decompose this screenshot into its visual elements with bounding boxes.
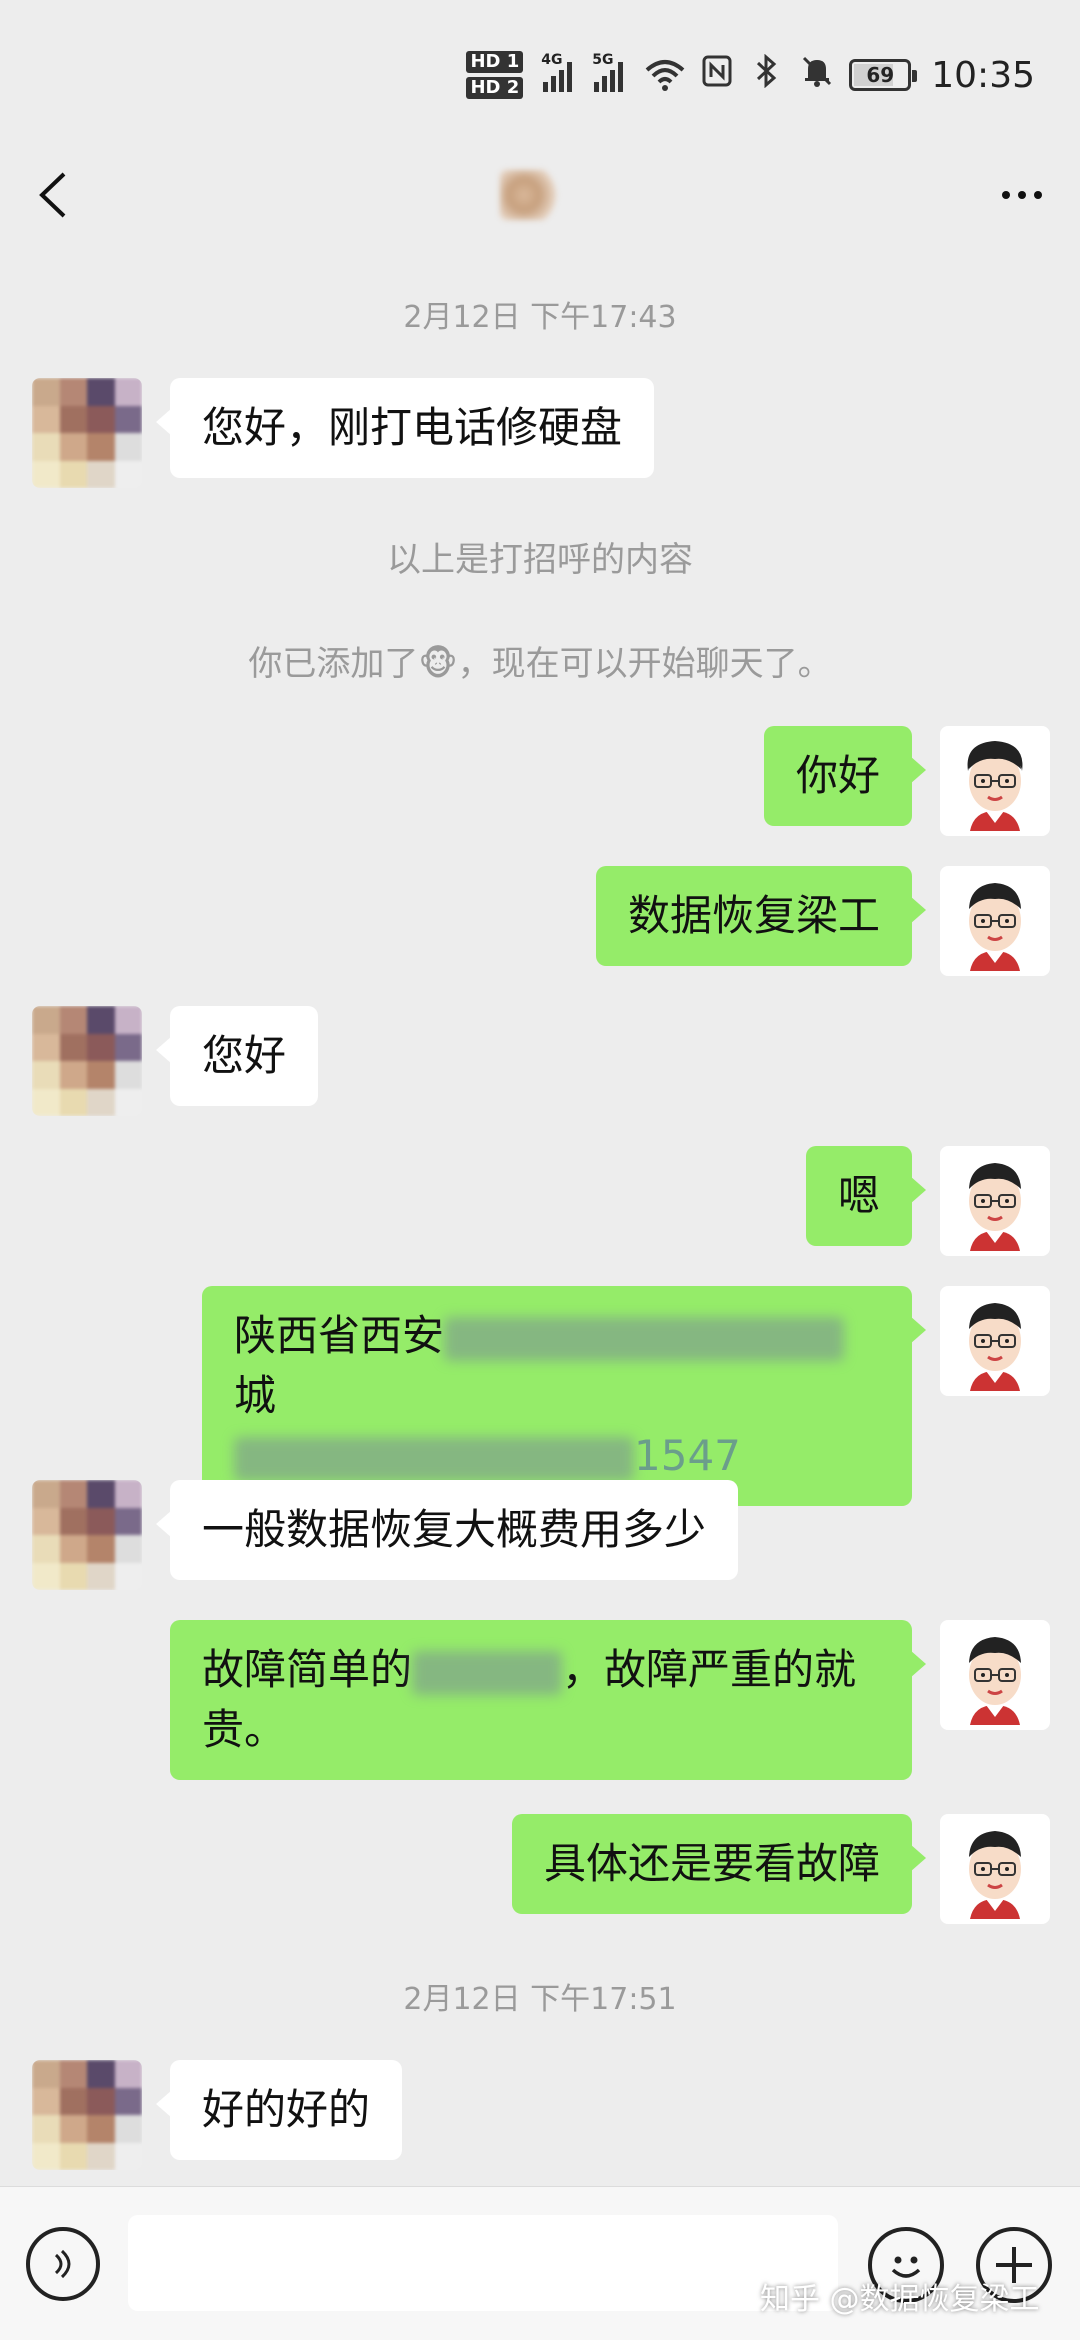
message-bubble-address[interactable]: 陕西省西安城 1547: [202, 1286, 926, 1506]
message-bubble-price[interactable]: 故障简单的 ，故障严重的就 贵。: [170, 1620, 926, 1780]
bell-muted-icon: [799, 54, 835, 97]
clock: 10:35: [931, 54, 1035, 96]
message-bubble[interactable]: 您好，刚打电话修硬盘: [155, 378, 655, 478]
signal-5g-icon: 5G: [592, 52, 624, 92]
chevron-left-icon[interactable]: [28, 165, 78, 225]
bluetooth-icon: [749, 53, 785, 97]
network-4g-label: 4G: [541, 52, 563, 68]
price-text-part2: ，故障严重的就: [562, 1645, 857, 1694]
message-bubble[interactable]: 好的好的: [155, 2060, 403, 2160]
redaction-blur: [412, 1650, 563, 1695]
contact-avatar[interactable]: [32, 378, 142, 488]
address-line2-tail: 1547: [634, 1431, 741, 1480]
contact-avatar[interactable]: [32, 1006, 142, 1116]
redaction-blur: [234, 1436, 634, 1481]
wifi-icon: [645, 58, 685, 92]
message-bubble[interactable]: 你好: [763, 726, 927, 826]
system-message: 以上是打招呼的内容: [387, 540, 693, 580]
timestamp: 2月12日 下午17:43: [403, 300, 677, 335]
message-bubble[interactable]: 具体还是要看故障: [511, 1814, 927, 1914]
hd-indicator: HD 1 HD 2: [466, 51, 524, 99]
self-avatar[interactable]: [940, 726, 1050, 836]
self-avatar[interactable]: [940, 1814, 1050, 1924]
hd1-label: HD 1: [466, 51, 524, 73]
message-bubble[interactable]: 一般数据恢复大概费用多少: [155, 1480, 739, 1580]
price-text-part1: 故障简单的: [202, 1645, 413, 1694]
redaction-blur: [444, 1316, 845, 1361]
address-line1-tail: 城: [234, 1371, 277, 1420]
price-text-line2: 贵。: [202, 1705, 287, 1754]
contact-avatar[interactable]: [32, 2060, 142, 2170]
message-bubble[interactable]: 数据恢复梁工: [595, 866, 927, 966]
chat-header: [0, 150, 1080, 240]
self-avatar[interactable]: [940, 1146, 1050, 1256]
message-bubble[interactable]: 您好: [155, 1006, 319, 1106]
nfc-icon: [699, 55, 735, 96]
network-5g-label: 5G: [592, 52, 614, 68]
system-message-prefix: 你已添加了: [248, 644, 419, 684]
battery-icon: 69: [849, 59, 918, 91]
monkey-emoji-icon: 🐵: [418, 644, 458, 684]
message-input[interactable]: [128, 2215, 838, 2311]
watermark-text: 知乎 @数据恢复梁工: [760, 2282, 1040, 2317]
signal-4g-icon: 4G: [541, 52, 573, 92]
timestamp: 2月12日 下午17:51: [403, 1982, 677, 2017]
system-message-suffix: ，现在可以开始聊天了。: [457, 644, 832, 684]
voice-icon[interactable]: [26, 2227, 100, 2301]
contact-avatar[interactable]: [32, 1480, 142, 1590]
more-dots-icon[interactable]: [992, 165, 1052, 225]
self-avatar[interactable]: [940, 1286, 1050, 1396]
contact-name-blurred: [500, 170, 560, 220]
status-bar: HD 1 HD 2 4G 5G 69 10:35: [0, 0, 1080, 150]
system-message-added: 你已添加了🐵，现在可以开始聊天了。: [0, 636, 1080, 685]
address-visible-text: 陕西省西安: [234, 1311, 445, 1360]
self-avatar[interactable]: [940, 1620, 1050, 1730]
self-avatar[interactable]: [940, 866, 1050, 976]
hd2-label: HD 2: [466, 77, 524, 99]
message-bubble[interactable]: 嗯: [805, 1146, 927, 1246]
